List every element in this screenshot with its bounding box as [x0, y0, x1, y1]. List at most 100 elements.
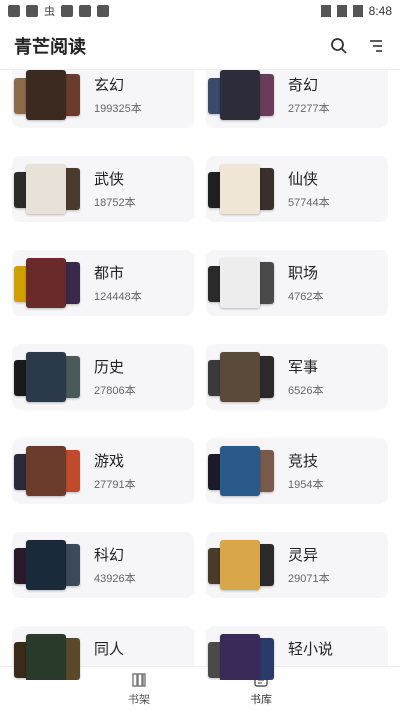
category-name: 同人 — [94, 641, 125, 658]
book-cover — [220, 70, 260, 120]
notification-icon — [8, 5, 20, 17]
category-card[interactable]: 军事 6526本 — [206, 344, 388, 410]
category-name: 竞技 — [288, 453, 319, 470]
notification-icon — [97, 5, 109, 17]
category-name: 科幻 — [94, 547, 125, 564]
book-covers — [12, 626, 90, 680]
status-right: 8:48 — [320, 4, 392, 18]
category-card[interactable]: 武侠 18752本 — [12, 156, 194, 222]
header-actions — [328, 35, 386, 57]
book-cover — [220, 258, 260, 308]
book-covers — [206, 344, 284, 410]
book-cover — [26, 164, 66, 214]
battery-icon — [352, 5, 363, 17]
tab-library-label: 书库 — [250, 693, 272, 706]
bookshelf-icon — [132, 672, 146, 687]
category-card[interactable]: 都市 124448本 — [12, 250, 194, 316]
category-meta: 玄幻 199325本 — [94, 74, 142, 116]
tab-bookshelf-label: 书架 — [128, 693, 150, 706]
category-card[interactable]: 玄幻 199325本 — [12, 70, 194, 128]
category-card[interactable]: 历史 27806本 — [12, 344, 194, 410]
book-cover — [26, 258, 66, 308]
category-card[interactable]: 灵异 29071本 — [206, 532, 388, 598]
category-name: 玄幻 — [94, 77, 125, 94]
book-cover — [220, 540, 260, 590]
category-name: 仙侠 — [288, 171, 319, 188]
book-covers — [206, 438, 284, 504]
app-header: 青芒阅读 — [0, 22, 400, 70]
wifi-icon — [320, 5, 331, 17]
book-cover — [26, 540, 66, 590]
category-meta: 竞技 1954本 — [288, 450, 323, 492]
book-cover — [26, 352, 66, 402]
category-card[interactable]: 科幻 43926本 — [12, 532, 194, 598]
category-count: 124448本 — [94, 291, 142, 303]
tab-bookshelf[interactable]: 书架 — [128, 671, 150, 707]
book-covers — [12, 70, 90, 128]
app-title: 青芒阅读 — [14, 36, 86, 57]
category-name: 历史 — [94, 359, 125, 376]
category-count: 1954本 — [288, 479, 324, 491]
category-meta: 武侠 18752本 — [94, 168, 136, 210]
notification-icon — [26, 5, 38, 17]
category-meta: 都市 124448本 — [94, 262, 142, 304]
category-count: 27806本 — [94, 385, 136, 397]
category-card[interactable]: 奇幻 27277本 — [206, 70, 388, 128]
book-covers — [12, 344, 90, 410]
book-covers — [12, 438, 90, 504]
filter-icon[interactable] — [364, 35, 386, 57]
notification-icon — [79, 5, 91, 17]
status-text: 虫 — [44, 6, 55, 18]
category-name: 轻小说 — [288, 641, 334, 658]
category-count: 57744本 — [288, 197, 330, 209]
category-grid: 玄幻 199325本 奇幻 27277本武侠 18752本 仙侠 57744本都市 12444… — [12, 70, 388, 680]
book-cover — [26, 446, 66, 496]
notification-icon — [61, 5, 73, 17]
category-name: 武侠 — [94, 171, 125, 188]
book-covers — [206, 250, 284, 316]
book-covers — [206, 156, 284, 222]
category-meta: 科幻 43926本 — [94, 544, 136, 586]
category-meta: 仙侠 57744本 — [288, 168, 330, 210]
search-icon[interactable] — [328, 35, 350, 57]
category-meta: 游戏 27791本 — [94, 450, 136, 492]
book-cover — [26, 70, 66, 120]
category-count: 27277本 — [288, 103, 330, 115]
category-card[interactable]: 游戏 27791本 — [12, 438, 194, 504]
book-covers — [12, 532, 90, 598]
signal-icon — [336, 5, 347, 17]
status-left: 虫 — [8, 3, 109, 19]
category-list: 玄幻 199325本 奇幻 27277本武侠 18752本 仙侠 57744本都市 12444… — [0, 70, 400, 680]
status-bar: 虫 8:48 — [0, 0, 400, 22]
category-name: 职场 — [288, 265, 319, 282]
category-meta: 军事 6526本 — [288, 356, 323, 398]
category-name: 游戏 — [94, 453, 125, 470]
category-name: 灵异 — [288, 547, 319, 564]
category-name: 奇幻 — [288, 77, 319, 94]
book-covers — [206, 626, 284, 680]
category-name: 都市 — [94, 265, 125, 282]
book-cover — [220, 352, 260, 402]
book-cover — [220, 446, 260, 496]
category-card[interactable]: 仙侠 57744本 — [206, 156, 388, 222]
category-count: 6526本 — [288, 385, 324, 397]
category-meta: 灵异 29071本 — [288, 544, 330, 586]
category-count: 27791本 — [94, 479, 136, 491]
category-meta: 奇幻 27277本 — [288, 74, 330, 116]
book-covers — [12, 250, 90, 316]
book-cover — [220, 634, 260, 680]
book-covers — [12, 156, 90, 222]
category-meta: 职场 4762本 — [288, 262, 323, 304]
category-meta: 历史 27806本 — [94, 356, 136, 398]
book-covers — [206, 532, 284, 598]
status-time: 8:48 — [368, 4, 392, 18]
category-card[interactable]: 职场 4762本 — [206, 250, 388, 316]
book-cover — [26, 634, 66, 680]
category-count: 43926本 — [94, 573, 136, 585]
category-count: 199325本 — [94, 103, 142, 115]
book-cover — [220, 164, 260, 214]
category-count: 4762本 — [288, 291, 324, 303]
category-name: 军事 — [288, 359, 319, 376]
category-card[interactable]: 竞技 1954本 — [206, 438, 388, 504]
book-covers — [206, 70, 284, 128]
